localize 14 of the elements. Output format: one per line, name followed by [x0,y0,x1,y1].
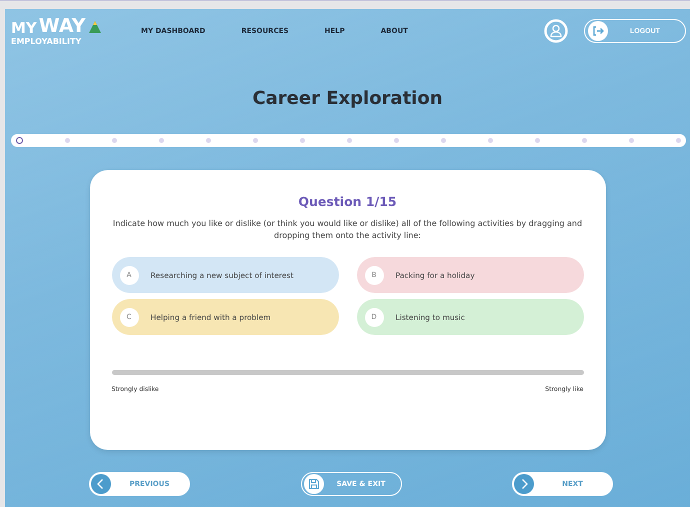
logo-text: MY [11,20,37,36]
logo-brand-text: WAY [38,16,86,36]
page-title: Career Exploration [251,88,444,111]
logo-subtitle: EMPLOYABILITY [11,36,82,46]
user-icon[interactable] [544,19,568,43]
question-instructions: Indicate how much you like or dislike (or think you would like or dislike) all of the following activities by dragging and dropping them onto the activity line: [112,218,584,242]
mountain-icon [88,20,102,34]
floppy-disk-icon [304,474,324,494]
exit-icon [588,21,608,41]
activity-line[interactable] [112,370,584,376]
question-heading: Question 1/15 [297,194,398,209]
chevron-left-icon [91,474,111,494]
chevron-right-icon [514,474,534,494]
progress-step[interactable] [16,137,23,144]
